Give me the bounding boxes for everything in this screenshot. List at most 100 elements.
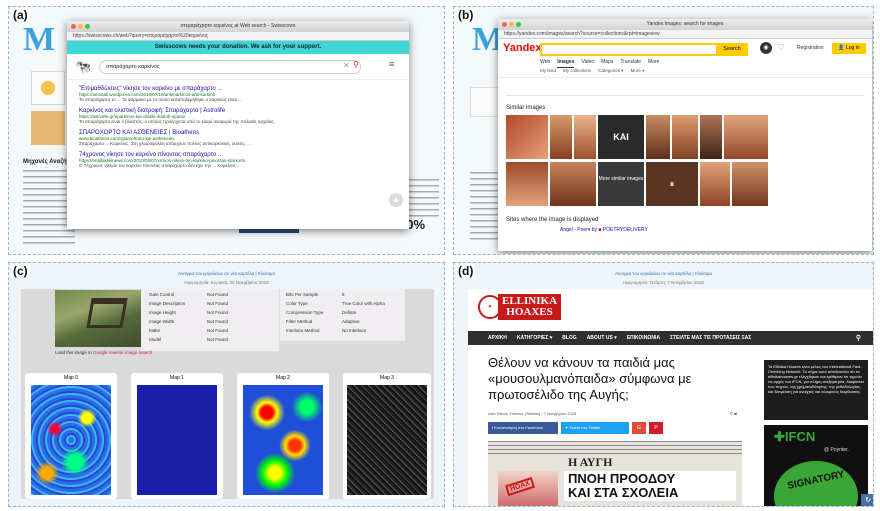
property-value: 8 — [342, 292, 345, 297]
subtab-my-feed[interactable]: My feed — [540, 68, 556, 77]
swisscows-logo-icon[interactable]: 🐄 — [75, 59, 91, 75]
result-item[interactable]: ΣΠΑΡΟΧΟΡΤΟ ΚΑΙ ΑΣΘΕΝΕΙΕΣ | Bioathens www.… — [79, 130, 397, 146]
background-tile — [31, 111, 65, 145]
open-tool-link[interactable]: Ανοιγμα του εργαλείου σε νέα καρτέλα | Κ… — [454, 271, 873, 276]
map-card[interactable]: Map 1 — [131, 373, 223, 499]
nav-categories[interactable]: ΚΑΤΗΓΟΡΙΕΣ ▾ — [517, 335, 552, 341]
similar-image[interactable] — [700, 115, 722, 159]
search-input[interactable]: σπαράχαρτο καρκίνος — [99, 60, 361, 74]
tab-video[interactable]: Video — [581, 59, 594, 68]
result-item[interactable]: "Επιμαθδώσεις" νίκησε τον καρκίνο με σπα… — [79, 86, 397, 102]
yandex-logo[interactable]: Yandex — [503, 42, 542, 54]
subtab-more[interactable]: More ▾ — [631, 68, 645, 77]
more-similar-button[interactable]: More similar images — [598, 162, 644, 206]
comment-count[interactable]: 0 ▰ — [730, 411, 737, 417]
similar-image[interactable] — [550, 162, 596, 206]
result-item[interactable]: 74χρονος νίκησε τον καρκίνο πίνοντας σπα… — [79, 152, 397, 168]
address-bar[interactable]: https://yandex.com/images/search?source=… — [498, 30, 872, 39]
similar-image[interactable] — [700, 162, 730, 206]
analyzed-image[interactable] — [55, 290, 143, 347]
pinterest-icon[interactable]: P — [649, 422, 663, 434]
heatmap-image — [137, 385, 217, 495]
background-tile — [470, 87, 500, 117]
open-tool-link[interactable]: Ανοιγμα του εργαλείου σε νέα καρτέλα | Κ… — [9, 271, 444, 276]
background-text — [470, 172, 500, 242]
map-card[interactable]: Map 3 — [343, 373, 431, 499]
site-result[interactable]: Angel - Poem by ■ POETRYDELIVERY — [498, 227, 872, 233]
property-name: Bits Per Sample — [286, 292, 319, 297]
google-plus-icon[interactable]: G — [632, 422, 646, 434]
nav-blog[interactable]: BLOG — [562, 335, 576, 341]
similar-images-grid: KAI More similar images ⏸ — [506, 115, 768, 207]
donation-banner[interactable]: Swisscows needs your donation. We ask fo… — [67, 41, 409, 54]
subtab-categories[interactable]: Categories ▾ — [598, 68, 623, 77]
facebook-icon: f — [492, 425, 494, 430]
share-bar: f Κοινοποίηση στο Facebook ✦ Tweet στο T… — [488, 422, 663, 434]
similar-image[interactable] — [506, 115, 548, 159]
recaptcha-icon[interactable]: ↻ — [861, 494, 873, 506]
ifcn-logo: ✚IFCN — [774, 429, 815, 445]
login-button[interactable]: 👤 Log in — [832, 43, 866, 54]
result-item[interactable]: Καρκίνος και ολιστική διατροφή: Σπαράχαρ… — [79, 108, 397, 124]
newspaper-headline-line: ΠΝΟΗ ΠΡΟΟΔΟΥ — [568, 471, 676, 486]
property-name: Model — [149, 337, 162, 342]
search-button[interactable]: Search — [716, 43, 748, 56]
panel-label: (d) — [456, 264, 476, 278]
similar-image[interactable] — [574, 115, 596, 159]
property-value: Not Found — [207, 328, 229, 333]
site-logo[interactable]: ✦ ELLINIKA HOAXES — [478, 293, 562, 321]
similar-image[interactable] — [646, 115, 670, 159]
registration-link[interactable]: Registration — [797, 45, 824, 51]
search-icon[interactable]: ⚲ — [353, 60, 359, 69]
search-icon[interactable]: ⚲ — [856, 334, 861, 342]
map-title: Map 1 — [170, 375, 184, 381]
nav-home[interactable]: ΑΡΧΙΚΗ — [488, 335, 507, 341]
similar-image[interactable] — [724, 115, 768, 159]
ifcn-badge[interactable]: ✚IFCN @ Poynter. SIGNATORY — [764, 425, 868, 506]
tab-images[interactable]: Images — [557, 59, 575, 68]
camera-icon[interactable]: ◉ — [760, 42, 772, 54]
tab-translate[interactable]: Translate — [620, 59, 641, 68]
comment-icon: ▰ — [733, 411, 738, 416]
nav-submit[interactable]: ΣΤΕΙΛΤΕ ΜΑΣ ΤΙΣ ΠΡΟΤΑΣΕΙΣ ΣΑΣ — [670, 335, 751, 341]
address-bar[interactable]: https://swisscows.ch/web?query=στεραράχα… — [67, 32, 409, 41]
similar-image[interactable] — [550, 115, 572, 159]
tab-more[interactable]: More — [648, 59, 659, 68]
minimize-icon[interactable] — [509, 22, 514, 27]
video-thumbnail[interactable]: ⏸ — [646, 162, 698, 206]
maximize-icon[interactable] — [516, 22, 521, 27]
result-snippet: Ο 74χρονος νίκησε τον καρκίνο πίνοντας σ… — [79, 163, 241, 168]
menu-icon[interactable]: ≡ — [389, 59, 394, 69]
similar-image[interactable] — [672, 115, 698, 159]
yandex-header: Yandex Search ◉ ⛉ Registration 👤 Log in — [498, 39, 872, 59]
share-facebook-button[interactable]: f Κοινοποίηση στο Facebook — [488, 422, 558, 434]
scroll-up-icon[interactable]: ▲ — [389, 193, 403, 207]
minimize-icon[interactable] — [78, 24, 83, 29]
tab-maps[interactable]: Maps — [601, 59, 613, 68]
clear-icon[interactable]: ✕ — [343, 61, 350, 70]
similar-image[interactable] — [506, 162, 548, 206]
site-link[interactable]: Angel - Poem by — [560, 227, 597, 233]
browser-window: Yandex.Images: search for images https:/… — [498, 19, 872, 251]
nav-contact[interactable]: ΕΠΙΚΟΙΝΩΝΙΑ — [627, 335, 660, 341]
close-icon[interactable] — [71, 24, 76, 29]
share-twitter-button[interactable]: ✦ Tweet στο Twitter — [561, 422, 629, 434]
property-name: Color Type — [286, 301, 308, 306]
property-value: Not Found — [207, 292, 229, 297]
nav-about[interactable]: ABOUT US ▾ — [587, 335, 617, 341]
heatmap-image — [31, 385, 111, 495]
similar-image[interactable] — [732, 162, 768, 206]
reverse-search-link[interactable]: Google reverse image search — [93, 350, 152, 355]
tab-web[interactable]: Web — [540, 59, 550, 68]
share-twitter-label: Tweet στο Twitter — [569, 425, 601, 430]
login-label: Log in — [846, 45, 860, 51]
maximize-icon[interactable] — [85, 24, 90, 29]
date-text: Ημερομηνία: Τετάρτη, 7 Νοεμβρίου 2018 — [623, 280, 704, 285]
map-card[interactable]: Map 0 — [25, 373, 117, 499]
close-icon[interactable] — [502, 22, 507, 27]
shield-icon[interactable]: ⛉ — [778, 43, 784, 53]
newspaper-image[interactable]: Η ΑΥΓΗ HOAX ΠΝΟΗ ΠΡΟΟΔΟΥ ΚΑΙ ΣΤΑ ΣΧΟΛΕΙΑ — [488, 441, 742, 506]
map-card[interactable]: Map 2 — [237, 373, 329, 499]
similar-image[interactable]: KAI — [598, 115, 644, 159]
subtab-my-collections[interactable]: My collections — [563, 68, 591, 77]
